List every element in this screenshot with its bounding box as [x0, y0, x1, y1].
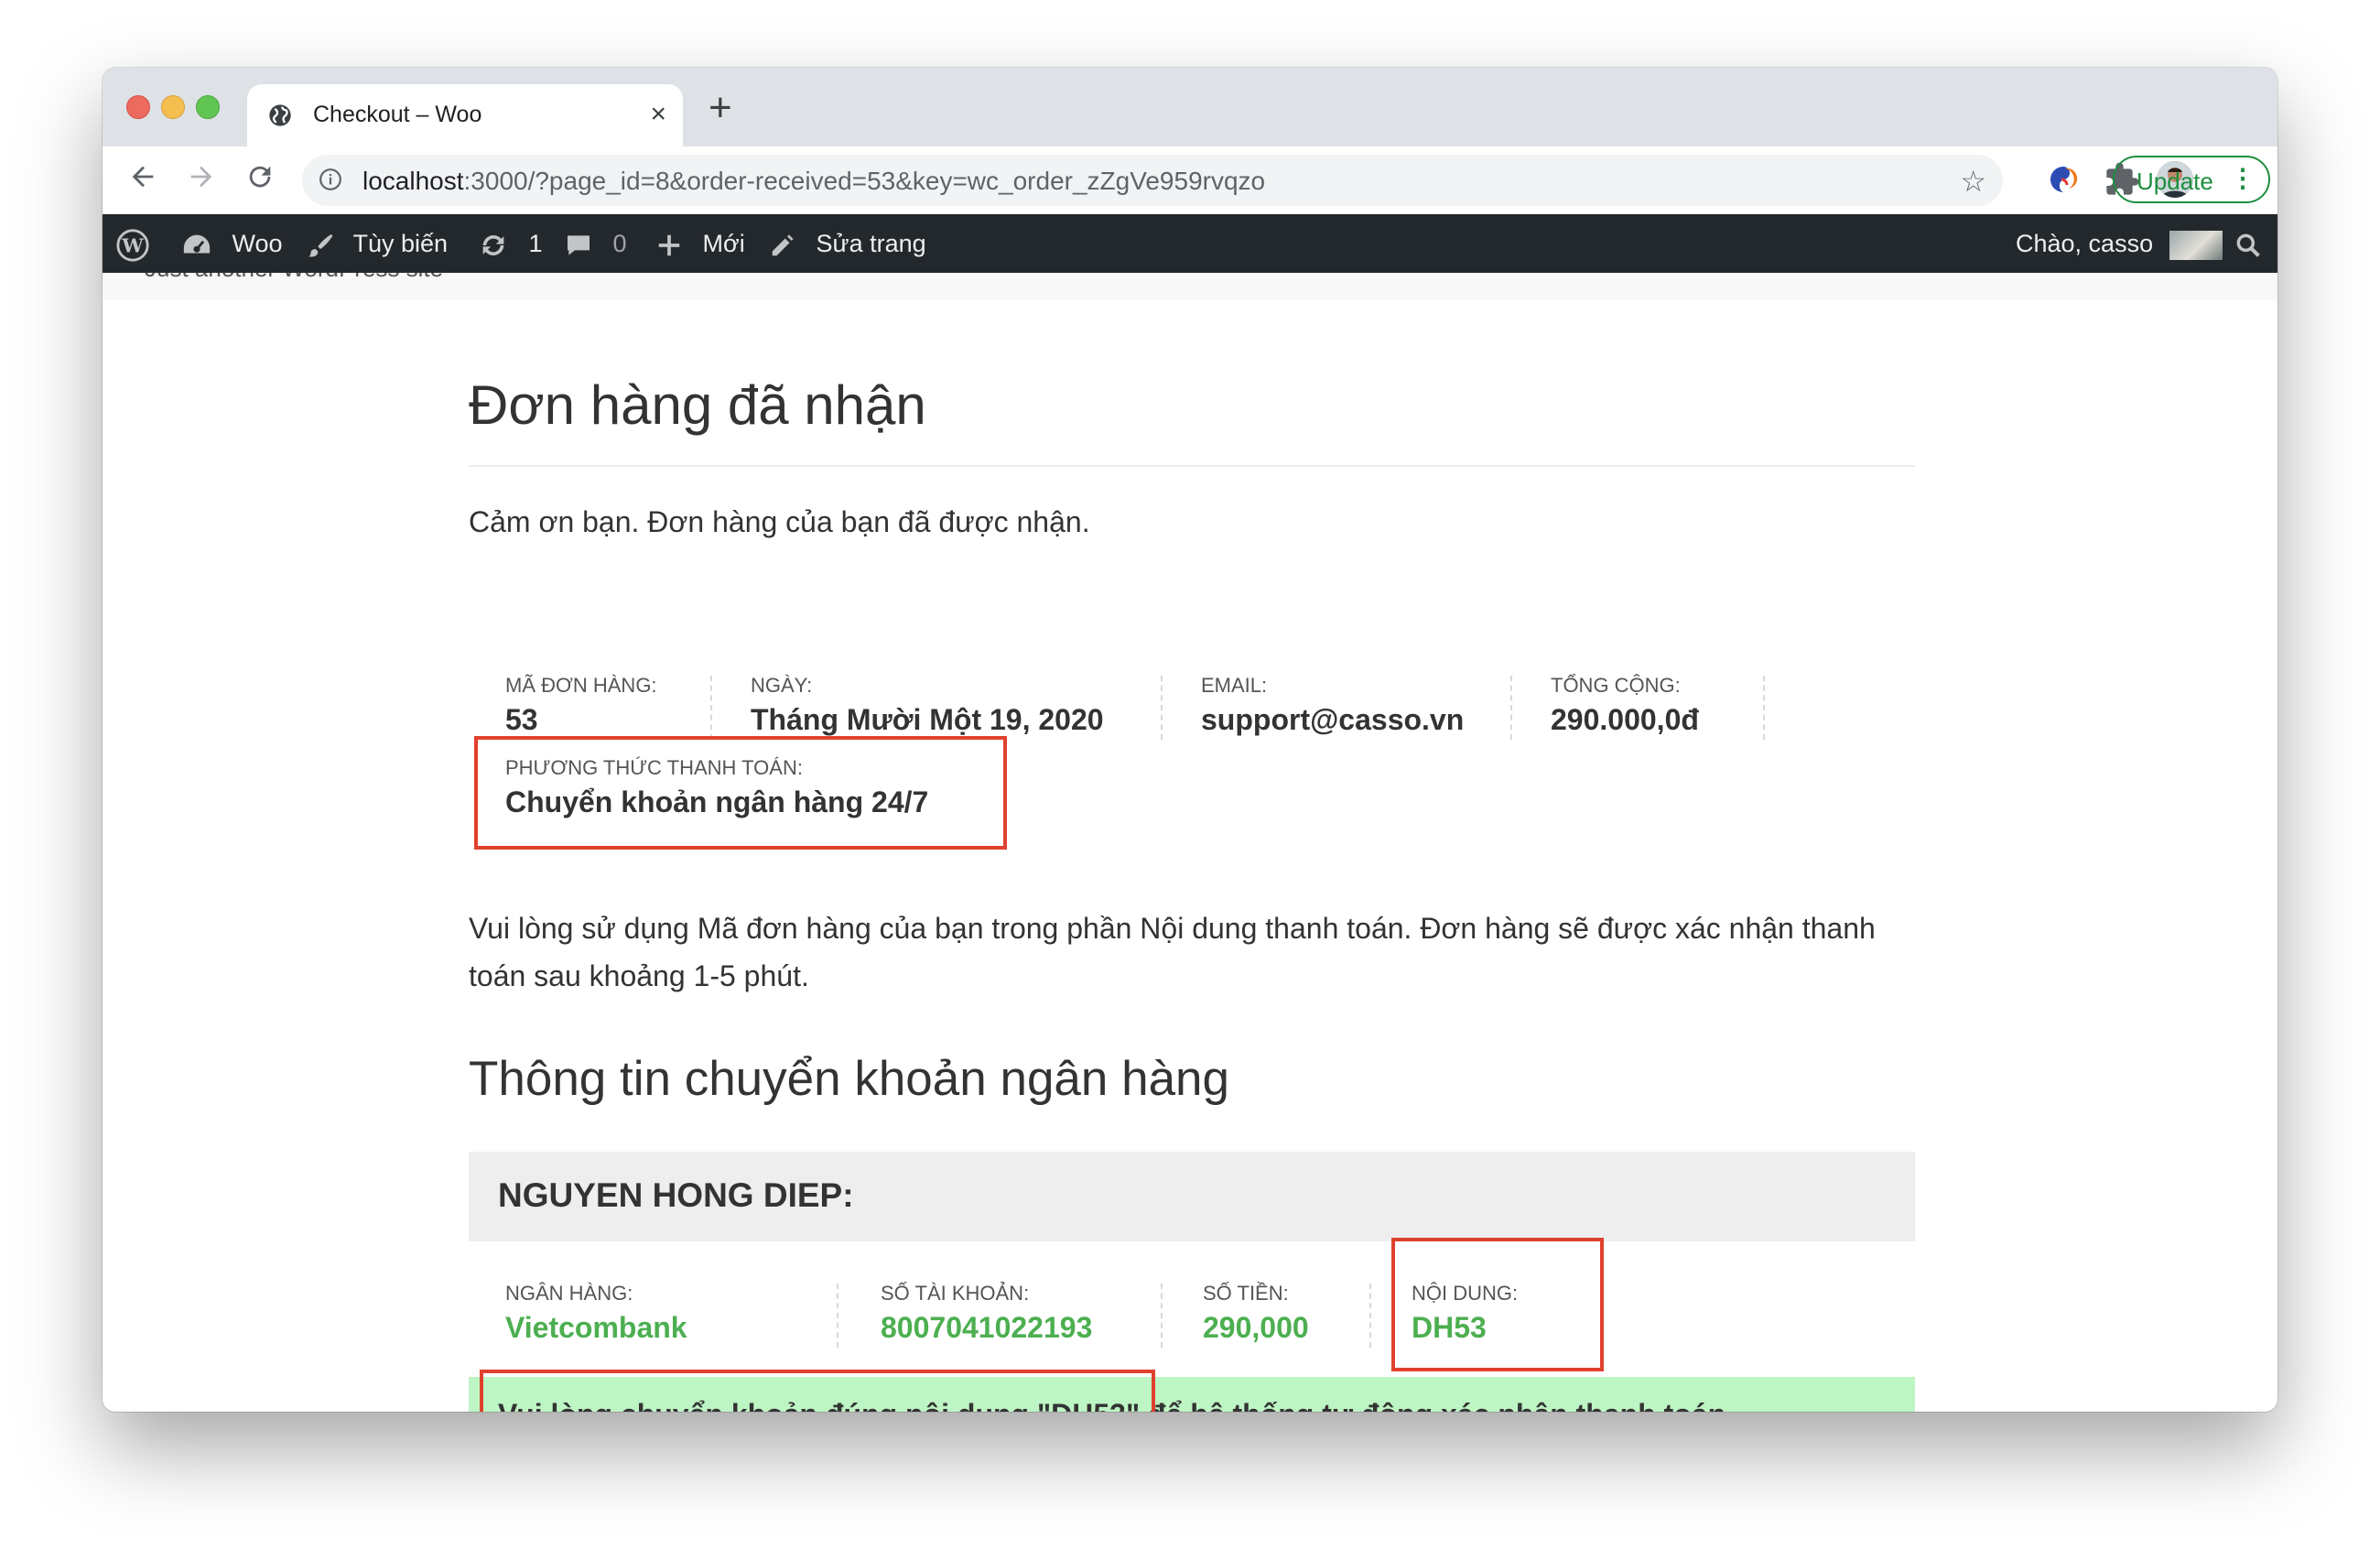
- url-path: :3000/?page_id=8&order-received=53&key=w…: [463, 167, 1266, 195]
- reload-icon: [249, 166, 271, 188]
- column-divider: [1161, 676, 1163, 740]
- close-tab-icon[interactable]: ×: [650, 99, 666, 130]
- column-divider: [837, 1284, 838, 1348]
- wp-admin-bar: W Woo Tùy biến 1 0 Mới Sửa trang Chào, c…: [103, 214, 2277, 273]
- browser-toolbar: localhost:3000/?page_id=8&order-received…: [103, 146, 2277, 214]
- order-email-label: EMAIL:: [1201, 674, 1268, 697]
- new-content-menu[interactable]: Mới: [655, 214, 745, 273]
- wordpress-logo-icon: W: [116, 229, 149, 262]
- comments-count: 0: [612, 230, 627, 257]
- notice-rest-text: để hệ thống tự động xác nhận thanh toán.: [1140, 1398, 1734, 1412]
- updates-menu[interactable]: 1: [478, 214, 543, 273]
- new-label: Mới: [702, 230, 745, 257]
- order-total-field: TỔNG CỘNG: 290.000,0đ: [1551, 674, 1699, 737]
- bank-details-heading: Thông tin chuyển khoản ngân hàng: [469, 1052, 1229, 1106]
- order-total-value: 290.000,0đ: [1551, 703, 1699, 736]
- customize-menu[interactable]: Tùy biến: [306, 214, 448, 273]
- back-button[interactable]: [124, 161, 161, 198]
- account-number-value: 8007041022193: [881, 1311, 1093, 1344]
- amount-label: SỐ TIỀN:: [1203, 1282, 1289, 1305]
- edit-page-menu[interactable]: Sửa trang: [769, 214, 926, 273]
- edit-page-label: Sửa trang: [816, 230, 926, 257]
- payment-instructions: Vui lòng sử dụng Mã đơn hàng của bạn tro…: [469, 912, 1876, 992]
- column-divider: [1161, 1284, 1163, 1348]
- bookmark-star-icon[interactable]: ☆: [1960, 164, 1986, 199]
- transfer-content-highlight-box: [1391, 1238, 1604, 1371]
- order-date-value: Tháng Mười Một 19, 2020: [751, 703, 1104, 736]
- bank-account-header: NGUYEN HONG DIEP:: [469, 1152, 1915, 1241]
- account-number-field: SỐ TÀI KHOẢN: 8007041022193: [881, 1282, 1092, 1345]
- column-divider: [1369, 1284, 1371, 1348]
- site-name-menu[interactable]: Woo: [181, 214, 283, 273]
- order-email-field: EMAIL: support@casso.vn: [1201, 674, 1464, 737]
- tab-checkout[interactable]: Checkout – Woo ×: [247, 84, 683, 146]
- payment-method-highlight-box: [474, 736, 1007, 850]
- greeting-label: Chào, casso: [2016, 230, 2154, 257]
- page-title: Đơn hàng đã nhận: [469, 374, 926, 436]
- dashboard-gauge-icon: [183, 234, 211, 254]
- title-divider: [469, 465, 1915, 467]
- column-divider: [1763, 676, 1765, 740]
- plus-icon: [658, 234, 680, 256]
- account-avatar: [2169, 230, 2223, 260]
- tab-title: Checkout – Woo: [313, 102, 482, 127]
- paintbrush-icon: [308, 233, 333, 257]
- my-account-menu[interactable]: Chào, casso: [2016, 214, 2223, 273]
- tab-strip: Checkout – Woo × +: [103, 68, 2277, 146]
- close-window-button[interactable]: [126, 95, 150, 119]
- order-email-value: support@casso.vn: [1201, 703, 1465, 736]
- url-text: localhost:3000/?page_id=8&order-received…: [362, 167, 1265, 196]
- page-content: Just another WordPress site Đơn hàng đã …: [103, 273, 2277, 1412]
- pencil-icon: [772, 234, 794, 256]
- arrow-right-icon: [190, 166, 212, 188]
- svg-text:W: W: [121, 233, 144, 256]
- update-label: Update: [2137, 168, 2213, 195]
- column-divider: [710, 676, 712, 740]
- arrow-left-icon: [132, 166, 154, 188]
- reload-button[interactable]: [242, 161, 278, 198]
- more-menu-icon[interactable]: ⋮: [2230, 163, 2256, 194]
- site-tagline: Just another WordPress site: [145, 273, 443, 283]
- new-tab-button[interactable]: +: [709, 88, 732, 128]
- amount-field: SỐ TIỀN: 290,000: [1203, 1282, 1309, 1345]
- site-header: Just another WordPress site: [103, 273, 2277, 300]
- comment-bubble-icon: [568, 235, 590, 255]
- minimize-window-button[interactable]: [161, 95, 185, 119]
- search-menu[interactable]: [2234, 214, 2263, 273]
- account-number-label: SỐ TÀI KHOẢN:: [881, 1282, 1030, 1305]
- browser-window: Checkout – Woo × + localhost:3000/?page_…: [103, 68, 2277, 1412]
- notice-highlight-box: [480, 1370, 1155, 1412]
- bank-name-label: NGÂN HÀNG:: [505, 1282, 633, 1305]
- amount-value: 290,000: [1203, 1311, 1309, 1344]
- url-host: localhost: [362, 167, 464, 195]
- comments-menu[interactable]: 0: [564, 214, 627, 273]
- wordpress-logo-menu[interactable]: W: [115, 214, 150, 273]
- site-name-label: Woo: [232, 230, 283, 257]
- thank-you-message: Cảm ơn bạn. Đơn hàng của bạn đã được nhậ…: [469, 505, 1090, 538]
- order-date-field: NGÀY: Tháng Mười Một 19, 2020: [751, 674, 1104, 737]
- bank-name-field: NGÂN HÀNG: Vietcombank: [505, 1282, 687, 1345]
- order-date-label: NGÀY:: [751, 674, 813, 697]
- order-number-value: 53: [505, 703, 538, 736]
- account-holder-name: NGUYEN HONG DIEP:: [498, 1176, 854, 1214]
- globe-icon: [269, 104, 291, 126]
- order-number-label: MÃ ĐƠN HÀNG:: [505, 674, 657, 697]
- column-divider: [1510, 676, 1512, 740]
- extension-logo-icon[interactable]: [2045, 161, 2082, 198]
- order-number-field: MÃ ĐƠN HÀNG: 53: [505, 674, 657, 737]
- search-icon: [2236, 233, 2260, 257]
- update-button[interactable]: Update ⋮: [2113, 156, 2270, 203]
- forward-button[interactable]: [183, 161, 220, 198]
- customize-label: Tùy biến: [352, 230, 449, 257]
- info-icon: [319, 168, 341, 190]
- order-total-label: TỔNG CỘNG:: [1551, 674, 1681, 697]
- bank-name-value: Vietcombank: [505, 1311, 687, 1344]
- refresh-icon: [482, 234, 504, 255]
- maximize-window-button[interactable]: [196, 95, 220, 119]
- address-bar[interactable]: localhost:3000/?page_id=8&order-received…: [302, 155, 2003, 206]
- updates-count: 1: [528, 230, 543, 257]
